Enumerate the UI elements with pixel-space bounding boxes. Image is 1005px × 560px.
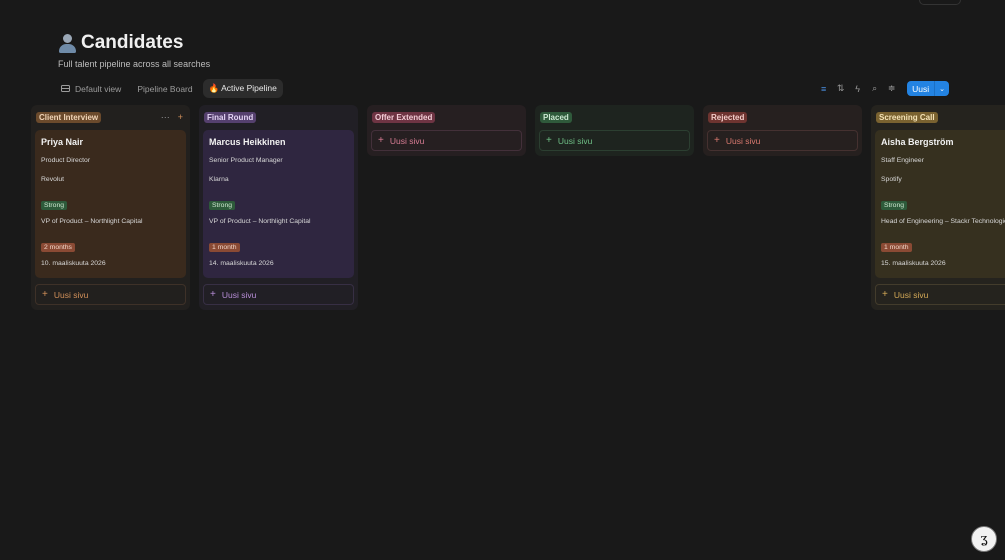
search-relation: Head of Engineering – Stackr Technologie… (881, 218, 1005, 225)
lightning-icon[interactable]: ϟ (852, 82, 863, 96)
column-header: Client Interview ··· + (35, 110, 186, 124)
settings-sliders-icon[interactable]: ≑ (886, 82, 897, 96)
board-column: Placed + Uusi sivu (535, 105, 694, 156)
new-page-label: Uusi sivu (893, 289, 929, 300)
view-toolbar: ≡ ⇅ ϟ ⌕ ≑ Uusi ⌄ (818, 81, 949, 96)
new-button-label[interactable]: Uusi (907, 81, 935, 96)
card-name: Priya Nair (41, 137, 84, 147)
search-relation: VP of Product – Northlight Capital (209, 218, 311, 225)
candidate-date: 14. maaliskuuta 2026 (209, 260, 274, 267)
candidate-date: 15. maaliskuuta 2026 (881, 260, 946, 267)
table-icon (61, 85, 70, 92)
new-page-button[interactable]: + Uusi sivu (35, 284, 186, 305)
column-header: Screening Call (875, 110, 1005, 124)
sort-icon[interactable]: ⇅ (835, 82, 846, 96)
column-label[interactable]: Offer Extended (372, 111, 436, 123)
card-name: Aisha Bergström (881, 137, 954, 147)
new-page-label: Uusi sivu (53, 289, 89, 300)
column-label[interactable]: Client Interview (36, 111, 102, 123)
fit-tag: Strong (41, 201, 68, 210)
column-actions: ··· + (161, 112, 186, 122)
top-right-button[interactable] (919, 0, 961, 5)
notion-ai-face-icon[interactable]: ʓ (971, 526, 997, 552)
plus-icon: + (378, 135, 384, 146)
search-icon[interactable]: ⌕ (869, 82, 880, 96)
plus-icon: + (882, 289, 888, 300)
duration-tag: 1 month (209, 243, 240, 252)
plus-icon[interactable]: + (178, 112, 183, 122)
chevron-down-icon[interactable]: ⌄ (934, 81, 949, 96)
candidate-company: Klarna (209, 176, 229, 183)
card-name: Marcus Heikkinen (209, 137, 286, 147)
candidate-company: Spotify (881, 176, 902, 183)
board-column: Client Interview ··· + Priya Nair Product Di… (31, 105, 190, 310)
tab-label: 🔥 Active Pipeline (208, 83, 277, 93)
tab-active-pipeline[interactable]: 🔥 Active Pipeline (86, 79, 283, 191)
duration-tag: 2 months (41, 243, 75, 252)
page-subtitle: Full talent pipeline across all searches (58, 59, 211, 69)
new-page-label: Uusi sivu (725, 135, 761, 146)
more-icon[interactable]: ··· (161, 112, 170, 122)
tab-default-view[interactable]: Default view (55, 79, 127, 98)
person-icon (57, 33, 77, 53)
new-page-button[interactable]: + Uusi sivu (203, 284, 354, 305)
plus-icon: + (546, 135, 552, 146)
candidate-role: Senior Product Manager (209, 157, 283, 164)
tab-pipeline-board[interactable]: Pipeline Board (86, 79, 198, 191)
candidate-card[interactable]: Aisha Bergström Staff Engineer Spotify Stro… (875, 130, 1005, 278)
column-header: Placed (539, 110, 690, 124)
tab-label: Default view (75, 83, 122, 94)
new-page-button[interactable]: + Uusi sivu (371, 130, 522, 151)
fit-tag: Strong (881, 201, 908, 210)
page-title: Candidates (81, 32, 184, 53)
candidate-company: Revolut (41, 176, 65, 183)
fit-tag: Strong (209, 201, 236, 210)
column-label[interactable]: Final Round (204, 111, 257, 123)
new-page-button[interactable]: + Uusi sivu (539, 130, 690, 151)
board-column: Screening Call Aisha Bergström Staff Engin… (871, 105, 1005, 310)
board-column: Offer Extended + Uusi sivu (367, 105, 526, 156)
view-tabs: Default view Pipeline Board 🔥 Active Pip… (55, 79, 283, 191)
search-relation: VP of Product – Northlight Capital (41, 218, 143, 225)
plus-icon: + (42, 289, 48, 300)
new-page-button[interactable]: + Uusi sivu (875, 284, 1005, 305)
candidate-card[interactable]: Marcus Heikkinen Senior Product Manager Kl… (203, 130, 354, 278)
new-page-label: Uusi sivu (221, 289, 257, 300)
filter-icon[interactable]: ≡ (818, 82, 829, 96)
column-header: Rejected (707, 110, 858, 124)
page-header: Candidates Full talent pipeline across a… (57, 32, 210, 69)
candidate-role: Product Director (41, 157, 91, 164)
board-column: Rejected + Uusi sivu (703, 105, 862, 156)
new-page-button[interactable]: + Uusi sivu (707, 130, 858, 151)
column-label[interactable]: Rejected (708, 111, 748, 123)
candidate-role: Staff Engineer (881, 157, 924, 164)
column-header: Offer Extended (371, 110, 522, 124)
column-header: Final Round (203, 110, 354, 124)
new-page-label: Uusi sivu (389, 135, 425, 146)
new-page-label: Uusi sivu (557, 135, 593, 146)
new-button[interactable]: Uusi ⌄ (907, 81, 949, 96)
plus-icon: + (210, 289, 216, 300)
candidate-date: 10. maaliskuuta 2026 (41, 260, 106, 267)
board-column: Final Round Marcus Heikkinen Senior Produc… (199, 105, 358, 310)
column-label[interactable]: Screening Call (876, 111, 938, 123)
column-label[interactable]: Placed (540, 111, 572, 123)
tab-label: Pipeline Board (137, 83, 193, 94)
duration-tag: 1 month (881, 243, 912, 252)
candidate-card[interactable]: Priya Nair Product Director Revolut Strong V… (35, 130, 186, 278)
plus-icon: + (714, 135, 720, 146)
